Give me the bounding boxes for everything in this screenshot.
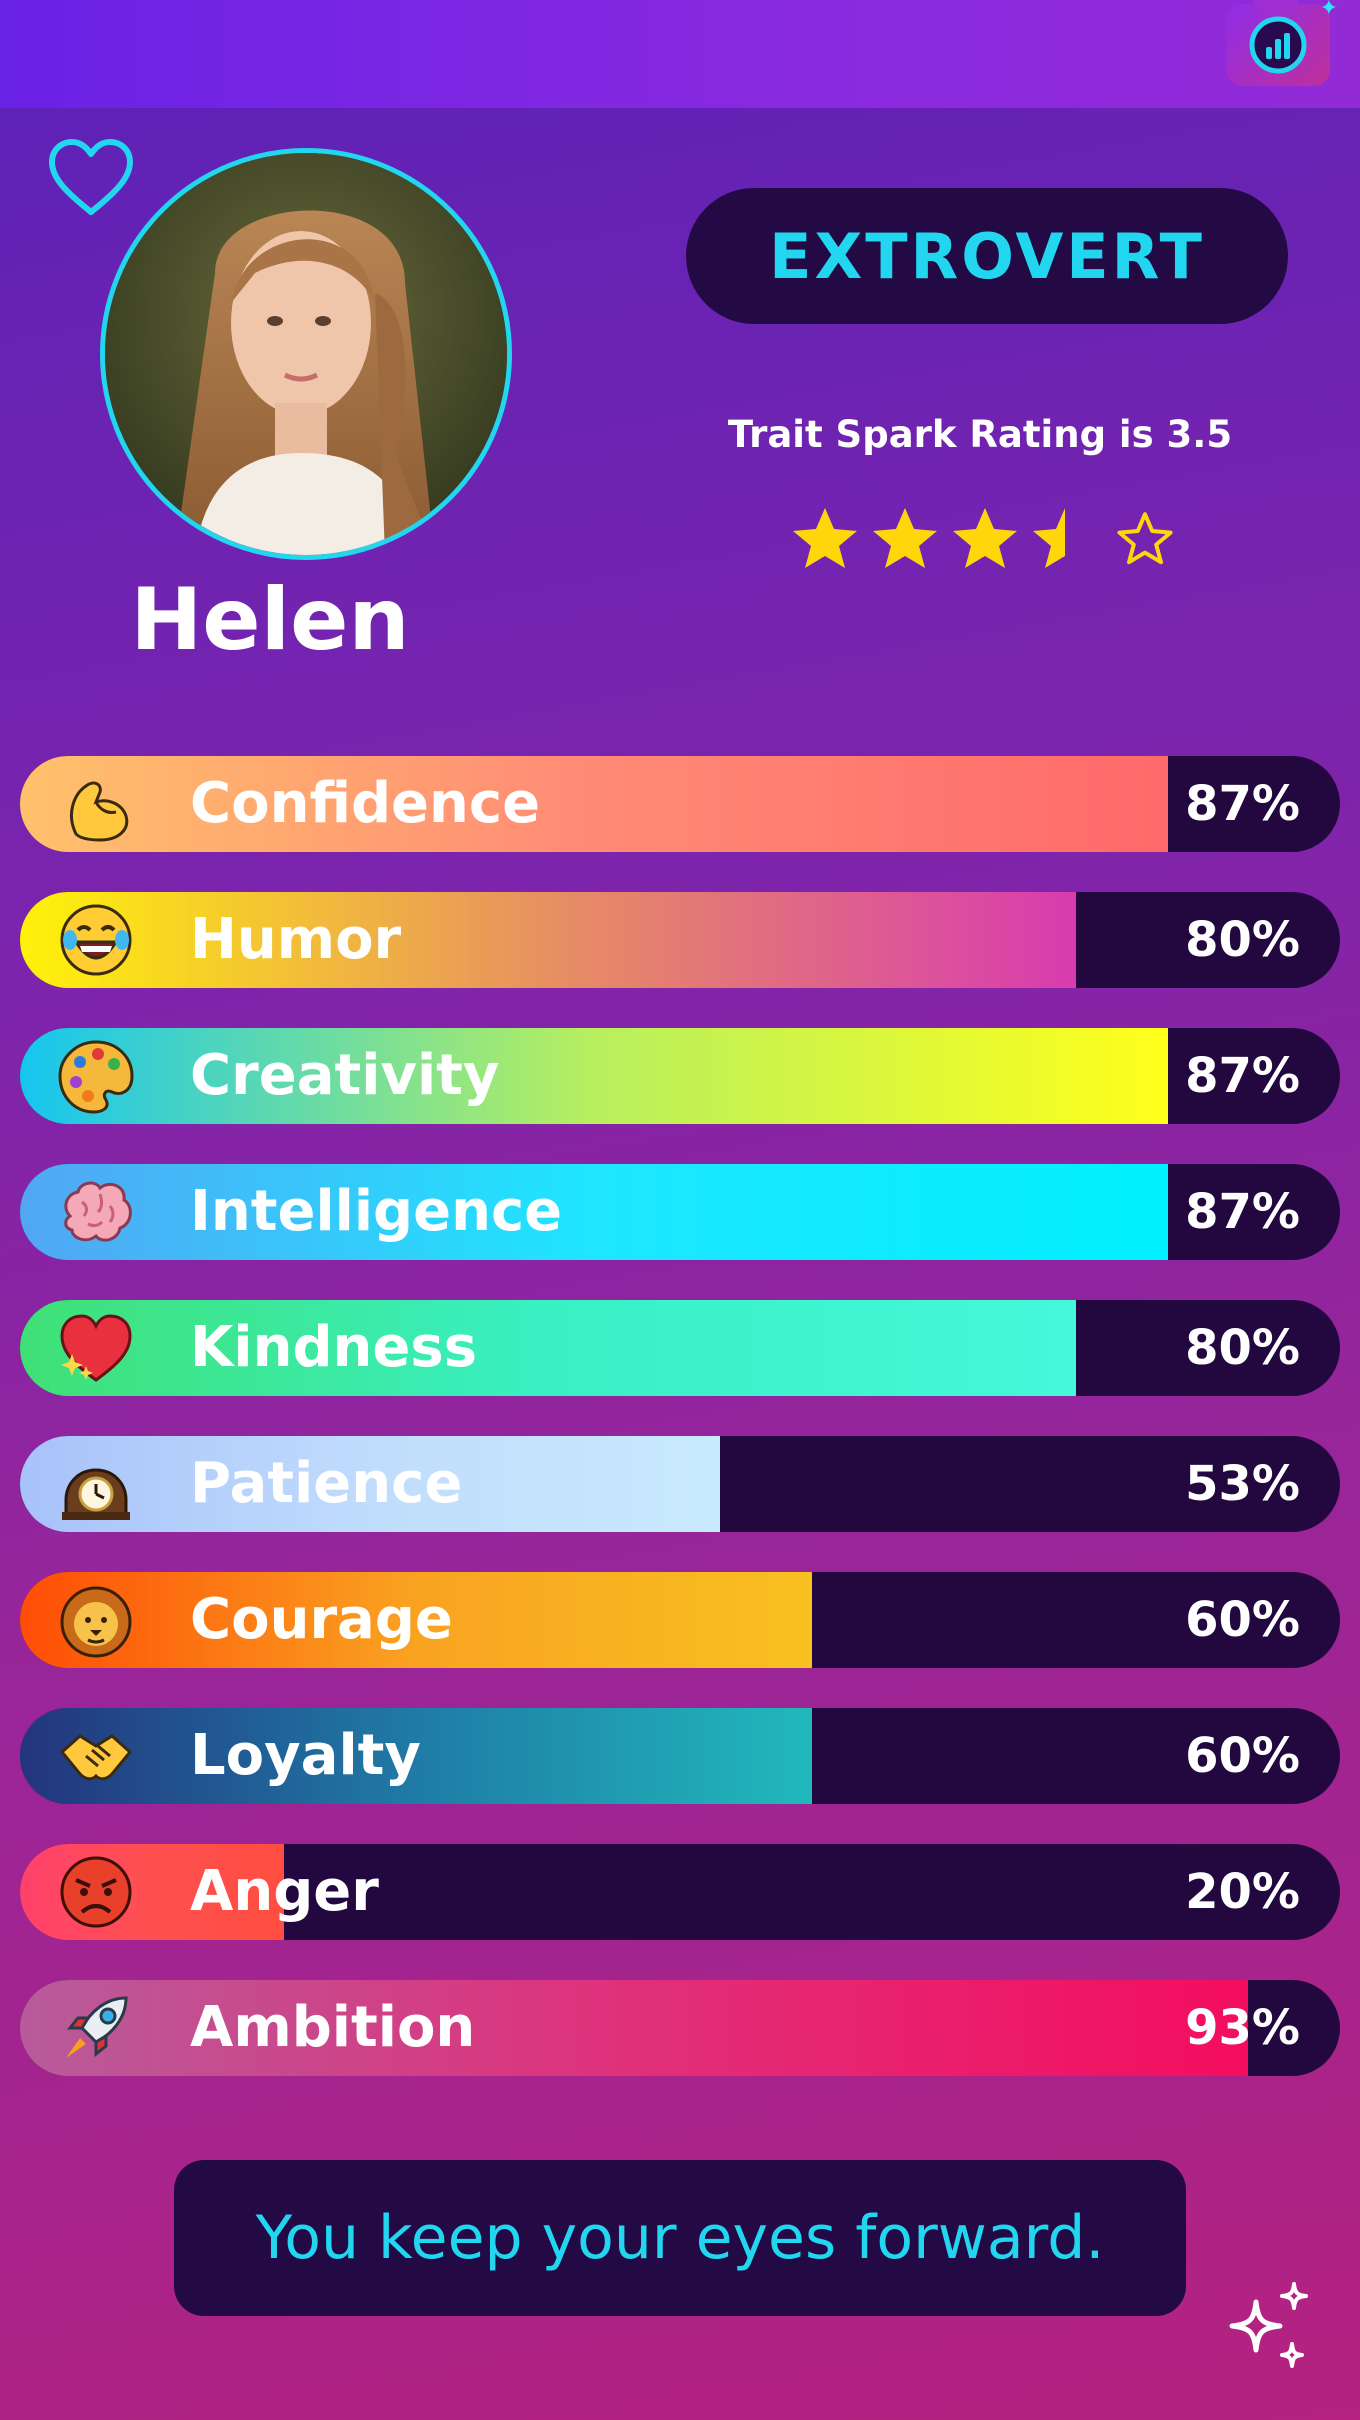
star-full-icon	[873, 508, 937, 568]
flexed-biceps-icon	[56, 764, 136, 844]
trait-label: Creativity	[190, 1043, 500, 1108]
personality-type-badge: EXTROVERT	[686, 188, 1288, 324]
star-empty-icon	[1117, 512, 1173, 565]
lion-face-icon	[56, 1580, 136, 1660]
angry-face-icon	[56, 1852, 136, 1932]
bar-chart-icon	[1249, 16, 1307, 74]
trait-label: Confidence	[190, 771, 541, 836]
trait-percent: 60%	[1185, 1728, 1300, 1784]
trait-percent: 87%	[1185, 1184, 1300, 1240]
trait-label: Humor	[190, 907, 402, 972]
trait-label: Patience	[190, 1451, 463, 1516]
trait-percent: 20%	[1185, 1864, 1300, 1920]
trait-label: Anger	[190, 1859, 379, 1924]
trait-percent: 93%	[1185, 2000, 1300, 2056]
trait-label: Intelligence	[190, 1179, 563, 1244]
star-full-icon	[953, 508, 1017, 568]
tears-of-joy-icon	[56, 900, 136, 980]
star-half-icon	[1033, 508, 1065, 568]
trait-percent: 80%	[1185, 912, 1300, 968]
trait-bar-anger: Anger 20%	[20, 1844, 1340, 1940]
trait-bar-confidence: Confidence 87%	[20, 756, 1340, 852]
trait-label: Courage	[190, 1587, 453, 1652]
trait-label: Loyalty	[190, 1723, 421, 1788]
trait-fill	[20, 892, 1076, 988]
heart-icon[interactable]	[46, 136, 136, 218]
avatar	[100, 148, 512, 560]
trait-bar-creativity: Creativity 87%	[20, 1028, 1340, 1124]
trait-bar-intelligence: Intelligence 87%	[20, 1164, 1340, 1260]
trait-bar-courage: Courage 60%	[20, 1572, 1340, 1668]
trait-bar-kindness: Kindness 80%	[20, 1300, 1340, 1396]
trait-label: Ambition	[190, 1995, 476, 2060]
sparkle-icon	[1229, 2282, 1308, 2368]
top-bar: ✦	[0, 0, 1360, 108]
trait-percent: 53%	[1185, 1456, 1300, 1512]
mantelpiece-clock-icon	[56, 1444, 136, 1524]
stats-button[interactable]: ✦	[1226, 0, 1338, 86]
handshake-icon	[56, 1716, 136, 1796]
star-rating	[790, 504, 1180, 572]
trait-bar-humor: Humor 80%	[20, 892, 1340, 988]
trait-percent: 60%	[1185, 1592, 1300, 1648]
trait-bar-patience: Patience 53%	[20, 1436, 1340, 1532]
profile-name: Helen	[130, 570, 410, 670]
rocket-icon	[56, 1988, 136, 2068]
star-full-icon	[793, 508, 857, 568]
trait-percent: 87%	[1185, 776, 1300, 832]
trait-percent: 87%	[1185, 1048, 1300, 1104]
sparkling-heart-icon	[56, 1308, 136, 1388]
artist-palette-icon	[56, 1036, 136, 1116]
trait-fill	[20, 1300, 1076, 1396]
rating-text: Trait Spark Rating is 3.5	[727, 413, 1233, 456]
spark-icon: ✦	[1319, 0, 1338, 21]
quote-box: You keep your eyes forward.	[174, 2160, 1186, 2316]
trait-bar-ambition: Ambition 93%	[20, 1980, 1340, 2076]
trait-label: Kindness	[190, 1315, 478, 1380]
avatar-photo	[105, 153, 507, 555]
brain-icon	[56, 1172, 136, 1252]
trait-bar-loyalty: Loyalty 60%	[20, 1708, 1340, 1804]
camera-bump	[1254, 0, 1298, 10]
trait-bars: Confidence 87% Humor 80% Creativity 87% Intell…	[20, 756, 1340, 2116]
trait-percent: 80%	[1185, 1320, 1300, 1376]
